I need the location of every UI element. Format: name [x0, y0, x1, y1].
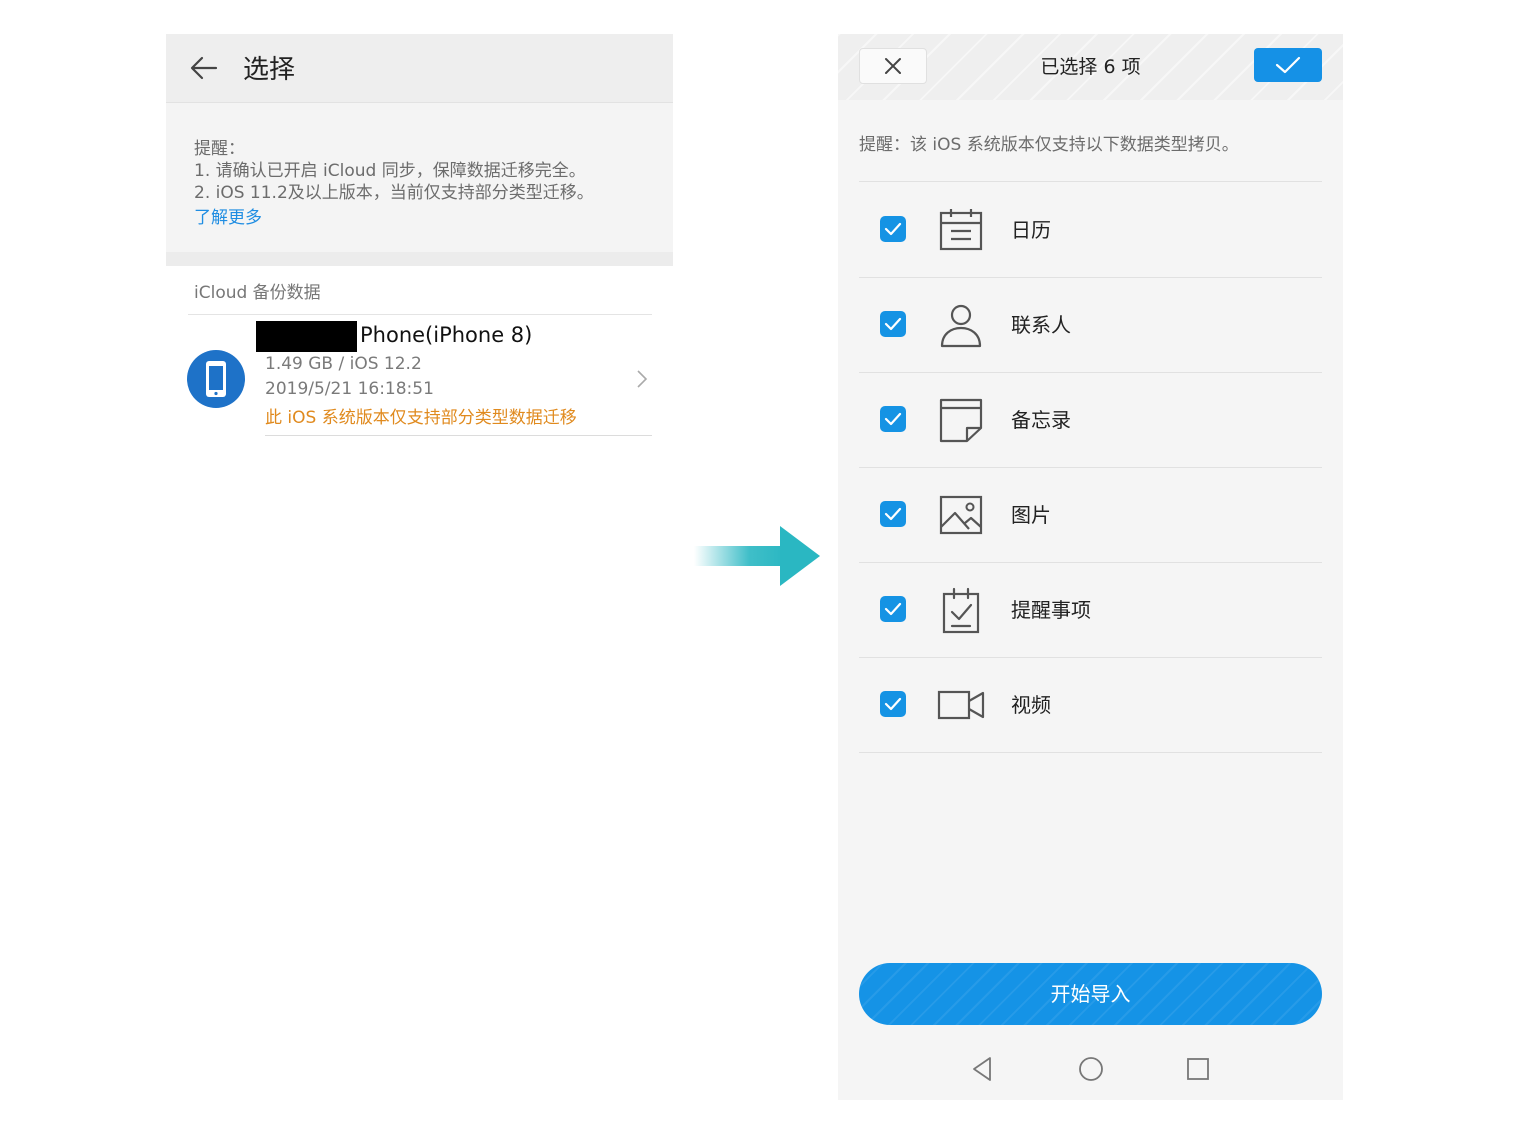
contact-icon [940, 304, 982, 348]
device-name: Phone(iPhone 8) [360, 323, 533, 347]
item-label: 日历 [1011, 218, 1051, 242]
checkbox[interactable] [880, 596, 906, 622]
memo-icon [939, 398, 983, 443]
app-bar: 选择 [166, 34, 673, 103]
backup-timestamp: 2019/5/21 16:18:51 [265, 379, 434, 399]
start-import-button[interactable]: 开始导入 [859, 963, 1322, 1025]
type-hint: 提醒：该 iOS 系统版本仅支持以下数据类型拷贝。 [859, 135, 1239, 155]
backup-select-screen: 选择 提醒： 1. 请确认已开启 iCloud 同步，保障数据迁移完全。 2. … [166, 34, 673, 454]
back-arrow-icon[interactable] [188, 52, 220, 84]
divider [188, 314, 652, 315]
check-icon [884, 412, 902, 426]
list-item-memo[interactable]: 备忘录 [859, 372, 1322, 468]
image-icon [939, 495, 983, 535]
nav-back-icon[interactable] [968, 1054, 998, 1084]
compat-warning: 此 iOS 系统版本仅支持部分类型数据迁移 [265, 408, 577, 428]
calendar-icon [939, 209, 983, 251]
checkbox[interactable] [880, 311, 906, 337]
system-nav-bar [838, 1044, 1343, 1100]
nav-recents-icon[interactable] [1183, 1054, 1213, 1084]
check-icon [884, 697, 902, 711]
list-item-reminders[interactable]: 提醒事项 [859, 562, 1322, 658]
list-item-contacts[interactable]: 联系人 [859, 277, 1322, 373]
check-icon [884, 317, 902, 331]
phone-icon [187, 350, 245, 408]
item-label: 视频 [1011, 693, 1051, 717]
reminder-icon [942, 587, 980, 634]
divider [265, 435, 652, 436]
section-title: iCloud 备份数据 [194, 283, 321, 303]
video-icon [937, 690, 985, 720]
confirm-button[interactable] [1254, 48, 1322, 82]
page-title: 选择 [243, 55, 296, 85]
nav-home-icon[interactable] [1076, 1054, 1106, 1084]
item-label: 联系人 [1011, 313, 1071, 337]
check-icon [1275, 56, 1301, 74]
list-item-images[interactable]: 图片 [859, 467, 1322, 563]
section-gap [166, 252, 673, 266]
check-icon [884, 222, 902, 236]
data-type-select-screen: 已选择 6 项 提醒：该 iOS 系统版本仅支持以下数据类型拷贝。 日历 联系人 [838, 34, 1343, 1100]
notice-panel: 提醒： 1. 请确认已开启 iCloud 同步，保障数据迁移完全。 2. iOS… [166, 103, 673, 252]
list-item-video[interactable]: 视频 [859, 657, 1322, 753]
item-label: 提醒事项 [1011, 598, 1091, 622]
item-label: 图片 [1011, 503, 1051, 527]
chevron-right-icon [637, 370, 648, 388]
checkbox[interactable] [880, 501, 906, 527]
redacted-name-block [256, 321, 357, 352]
notice-line-2: 2. iOS 11.2及以上版本，当前仅支持部分类型迁移。 [194, 183, 594, 203]
backup-size-version: 1.49 GB / iOS 12.2 [265, 354, 422, 374]
top-bar: 已选择 6 项 [838, 34, 1343, 100]
transition-arrow-icon [694, 526, 820, 586]
learn-more-link[interactable]: 了解更多 [194, 203, 262, 228]
check-icon [884, 507, 902, 521]
item-label: 备忘录 [1011, 408, 1071, 432]
checkbox[interactable] [880, 406, 906, 432]
checkbox[interactable] [880, 691, 906, 717]
list-item-calendar[interactable]: 日历 [859, 182, 1322, 278]
check-icon [884, 602, 902, 616]
checkbox[interactable] [880, 216, 906, 242]
